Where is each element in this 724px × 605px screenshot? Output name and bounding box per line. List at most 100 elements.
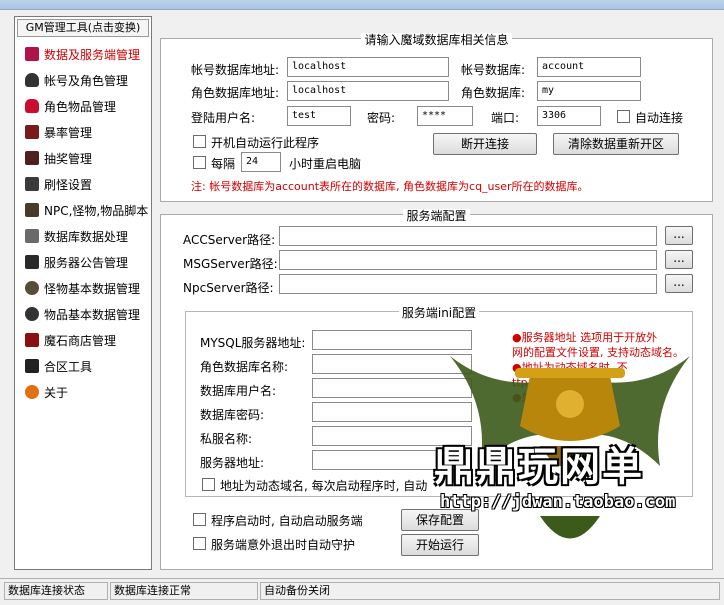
sidebar-item[interactable]: 魔石商店管理	[15, 327, 151, 353]
hand-icon	[25, 125, 39, 139]
restart-checkbox[interactable]	[193, 156, 206, 169]
db-user-input[interactable]	[312, 378, 472, 398]
npc-browse-button[interactable]: ...	[665, 274, 693, 293]
sidebar-list: 数据及服务端管理帐号及角色管理角色物品管理 暴率管理抽奖管理刷怪设置 NPC,怪物,…	[15, 41, 151, 405]
sidebar-item-label: 物品基本数据管理	[44, 307, 141, 322]
start-run-button[interactable]: 开始运行	[401, 534, 479, 556]
ini-config-title: 服务端ini配置	[398, 306, 480, 320]
sidebar-item-label: 暴率管理	[44, 125, 93, 140]
role-db-input[interactable]: my	[537, 81, 641, 101]
announce-icon	[25, 255, 39, 269]
restart-hours-input[interactable]: 24	[241, 152, 281, 172]
autostart-server-checkbox[interactable]	[193, 513, 206, 526]
sidebar-item-label: 数据及服务端管理	[44, 47, 141, 62]
guard-server-checkbox[interactable]	[193, 537, 206, 550]
password-input[interactable]: ****	[417, 106, 473, 126]
dynamic-domain-checkbox[interactable]	[202, 478, 215, 491]
sidebar-item[interactable]: 怪物基本数据管理	[15, 275, 151, 301]
autorun-checkbox[interactable]	[193, 135, 206, 148]
bag-icon	[25, 99, 39, 113]
acc-browse-button[interactable]: ...	[665, 226, 693, 245]
port-input[interactable]: 3306	[537, 106, 601, 126]
save-config-button[interactable]: 保存配置	[401, 509, 479, 531]
book-icon	[25, 47, 39, 61]
sidebar-item[interactable]: 刷怪设置	[15, 171, 151, 197]
sidebar-item-label: 服务器公告管理	[44, 255, 129, 270]
db-password-label: 数据库密码:	[200, 408, 265, 422]
db-password-input[interactable]	[312, 402, 472, 422]
role-db-name-label: 角色数据库名称:	[200, 360, 289, 374]
login-user-label: 登陆用户名:	[191, 111, 256, 125]
sidebar-item[interactable]: 关于	[15, 379, 151, 405]
sidebar-item[interactable]: 抽奖管理	[15, 145, 151, 171]
npc-server-path-label: NpcServer路径:	[183, 281, 274, 295]
sword-icon	[25, 177, 39, 191]
status-db-connection-label: 数据库连接状态	[4, 582, 108, 600]
sidebar-item[interactable]: 帐号及角色管理	[15, 67, 151, 93]
restart-every-label: 每隔	[211, 157, 236, 171]
mysql-address-input[interactable]	[312, 330, 472, 350]
sidebar-item-label: 合区工具	[44, 359, 93, 374]
auto-connect-label: 自动连接	[635, 111, 684, 125]
account-db-address-label: 帐号数据库地址:	[191, 63, 280, 77]
sidebar-header[interactable]: GM管理工具(点击变换)	[17, 19, 149, 37]
clear-data-button[interactable]: 清除数据重新开区	[553, 133, 679, 155]
db-user-label: 数据库用户名:	[200, 384, 277, 398]
account-db-input[interactable]: account	[537, 57, 641, 77]
guard-server-label: 服务端意外退出时自动守护	[211, 538, 356, 552]
dynamic-domain-label: 地址为动态域名, 每次启动程序时, 自动	[220, 479, 428, 493]
sidebar: GM管理工具(点击变换) 数据及服务端管理帐号及角色管理角色物品管理 暴率管理抽奖…	[14, 16, 152, 570]
sidebar-item[interactable]: NPC,怪物,物品脚本	[15, 197, 151, 223]
mysql-address-label: MYSQL服务器地址:	[200, 336, 306, 350]
autostart-server-label: 程序启动时, 自动启动服务端	[211, 514, 363, 528]
restart-hours-suffix: 小时重启电脑	[289, 157, 362, 171]
server-address-label: 服务器地址:	[200, 456, 265, 470]
acc-server-path-input[interactable]	[279, 226, 657, 246]
merge-icon	[25, 359, 39, 373]
account-db-address-input[interactable]: localhost	[287, 57, 449, 77]
status-db-connection-value: 数据库连接正常	[110, 582, 258, 600]
role-db-label: 角色数据库:	[461, 86, 526, 100]
user-icon	[25, 73, 39, 87]
msg-server-path-label: MSGServer路径:	[183, 257, 278, 271]
about-icon	[25, 385, 39, 399]
sidebar-item-label: 怪物基本数据管理	[44, 281, 141, 296]
sidebar-item[interactable]: 角色物品管理	[15, 93, 151, 119]
role-db-name-input[interactable]	[312, 354, 472, 374]
sidebar-item[interactable]: 数据库数据处理	[15, 223, 151, 249]
sidebar-item-label: 抽奖管理	[44, 151, 93, 166]
shop-icon	[25, 333, 39, 347]
npc-server-path-input[interactable]	[279, 274, 657, 294]
server-panel-title: 服务端配置	[403, 209, 470, 223]
msg-server-path-input[interactable]	[279, 250, 657, 270]
password-label: 密码:	[367, 111, 396, 125]
role-db-address-input[interactable]: localhost	[287, 81, 449, 101]
sidebar-item-label: 刷怪设置	[44, 177, 93, 192]
account-db-label: 帐号数据库:	[461, 63, 526, 77]
sidebar-item-label: 魔石商店管理	[44, 333, 117, 348]
sidebar-item[interactable]: 合区工具	[15, 353, 151, 379]
sidebar-item-label: 数据库数据处理	[44, 229, 129, 244]
private-server-name-input[interactable]	[312, 426, 472, 446]
ini-note-3: ●地址为动态域名时, 不	[512, 361, 628, 374]
item-icon	[25, 307, 39, 321]
server-panel: 服务端配置 ACCServer路径: ... MSGServer路径: ... …	[160, 209, 713, 570]
autorun-label: 开机自动运行此程序	[211, 136, 320, 150]
npc-icon	[25, 203, 39, 217]
login-user-input[interactable]: test	[287, 106, 351, 126]
monster-icon	[25, 281, 39, 295]
sidebar-item[interactable]: 物品基本数据管理	[15, 301, 151, 327]
port-label: 端口:	[491, 111, 520, 125]
msg-browse-button[interactable]: ...	[665, 250, 693, 269]
ini-config-group: 服务端ini配置 MYSQL服务器地址: 角色数据库名称: 数据库用户名: 数据…	[185, 306, 693, 497]
ini-notes: ●服务器地址 选项用于开放外 网的配置文件设置, 支持动态域名。 ●地址为动态域…	[512, 330, 684, 405]
sidebar-item[interactable]: 服务器公告管理	[15, 249, 151, 275]
sidebar-item[interactable]: 数据及服务端管理	[15, 41, 151, 67]
sidebar-item[interactable]: 暴率管理	[15, 119, 151, 145]
auto-connect-checkbox[interactable]	[617, 110, 630, 123]
dice-icon	[25, 151, 39, 165]
server-address-input[interactable]	[312, 450, 472, 470]
disconnect-button[interactable]: 断开连接	[433, 133, 537, 155]
sidebar-item-label: NPC,怪物,物品脚本	[44, 203, 149, 218]
sidebar-item-label: 角色物品管理	[44, 99, 117, 114]
